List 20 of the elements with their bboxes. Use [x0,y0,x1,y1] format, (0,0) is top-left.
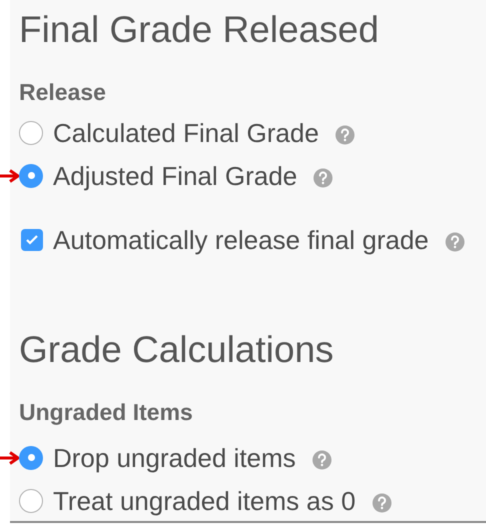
group-label: Release [19,78,107,107]
option-label: Drop ungraded items [53,442,296,474]
radio-button[interactable] [19,120,43,144]
section-title: Final Grade Released [19,8,380,52]
help-icon[interactable] [372,492,392,512]
option-label: Automatically release final grade [53,224,429,256]
checkbox[interactable] [21,228,43,250]
checkmark-icon [26,234,38,244]
option-label: Treat ungraded items as 0 [53,484,356,518]
help-icon[interactable] [444,232,465,252]
help-icon[interactable] [334,124,355,144]
radio-button[interactable] [19,164,43,188]
group-label: Ungraded Items [19,398,194,427]
option-label: Adjusted Final Grade [53,160,298,192]
radio-button[interactable] [19,446,43,470]
option-label: Calculated Final Grade [53,116,319,150]
radio-button[interactable] [19,488,43,512]
section-title: Grade Calculations [19,328,335,372]
help-icon[interactable] [312,450,332,470]
help-icon[interactable] [313,168,334,188]
